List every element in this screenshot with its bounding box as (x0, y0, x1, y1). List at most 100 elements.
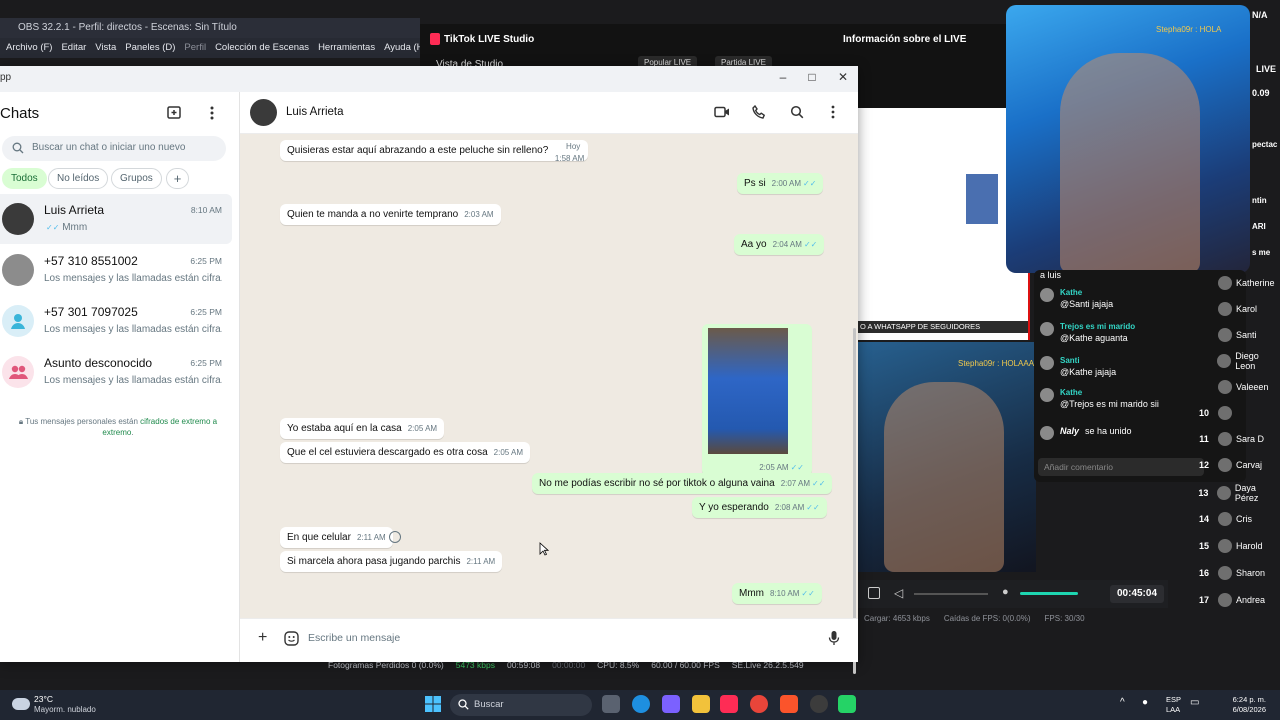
task-view-icon[interactable] (602, 695, 620, 713)
mic-level-bar[interactable] (1020, 592, 1078, 595)
obs-menu-perfil[interactable]: Perfil (184, 38, 206, 58)
clock-date[interactable]: 6/08/2026 (1218, 705, 1266, 714)
obs-menu-paneles[interactable]: Paneles (D) (125, 38, 175, 58)
leaderboard-row[interactable]: 14 Cris (1190, 506, 1280, 532)
chat-user[interactable]: Santi (1060, 356, 1080, 365)
leaderboard-row[interactable]: Diego Leon (1190, 348, 1280, 374)
tiktok-app-icon[interactable] (720, 695, 738, 713)
message-incoming[interactable]: Yo estaba aquí en la casa 2:05 AM (280, 418, 445, 439)
language-indicator[interactable]: ESP (1166, 695, 1181, 704)
message-incoming[interactable]: Que el cel estuviera descargado es otra … (280, 442, 531, 463)
chat-item-3017097025[interactable]: +57 301 7097025 6:25 PM Los mensajes y l… (0, 296, 232, 346)
chat-user[interactable]: Kathe (1060, 388, 1082, 397)
contact-name[interactable]: Luis Arrieta (286, 106, 344, 118)
chat-item-3108551002[interactable]: +57 310 8551002 6:25 PM Los mensajes y l… (0, 245, 232, 295)
search-messages-icon[interactable] (790, 105, 804, 119)
leaderboard-row[interactable]: Katherine (1190, 270, 1280, 296)
sticker-emoji-icon[interactable] (284, 631, 299, 646)
obs-menu-herramientas[interactable]: Herramientas (318, 38, 375, 58)
leaderboard-row[interactable]: 11 Sara D (1190, 426, 1280, 452)
obs-menu-vista[interactable]: Vista (95, 38, 116, 58)
leaderboard-row[interactable]: Santi (1190, 322, 1280, 348)
live-comment-input[interactable]: Añadir comentario (1038, 458, 1204, 476)
volume-slider[interactable] (914, 593, 988, 595)
leaderboard-row[interactable]: 16 Sharon (1190, 560, 1280, 586)
minimize-button[interactable]: – (768, 66, 798, 88)
message-outgoing[interactable]: Ps si 2:00 AM ✓✓ (737, 173, 824, 194)
close-button[interactable]: ✕ (828, 66, 858, 88)
message-input[interactable]: Escribe un mensaje (308, 632, 400, 644)
react-emoji-icon[interactable] (389, 531, 401, 543)
chrome-icon[interactable] (750, 695, 768, 713)
keyboard-layout[interactable]: LAA (1166, 705, 1180, 714)
leaderboard-row[interactable]: Valeeen (1190, 374, 1280, 400)
message-incoming[interactable]: En que celular 2:11 AM (280, 527, 393, 548)
status-cpu: CPU: 8.5% (597, 660, 640, 670)
message-incoming[interactable]: Quien te manda a no venirte temprano 2:03… (280, 204, 501, 225)
network-icon[interactable]: ▭ (1190, 697, 1199, 708)
tray-mic-icon[interactable]: ● (1142, 697, 1148, 708)
edge-text: ARI (1252, 222, 1266, 231)
default-user-avatar-icon (2, 305, 34, 337)
file-explorer-icon[interactable] (692, 695, 710, 713)
obs-menu-ayuda[interactable]: Ayuda (H) (384, 38, 420, 58)
conversation-menu-icon[interactable] (828, 105, 838, 119)
message-incoming[interactable]: Si marcela ahora pasa jugando parchis 2:1… (280, 551, 503, 572)
chat-item-luis[interactable]: Luis Arrieta 8:10 AM ✓✓ Mmm (0, 194, 232, 244)
microphone-icon[interactable] (828, 630, 840, 646)
phone-call-icon[interactable] (752, 105, 766, 119)
start-windows-icon[interactable] (425, 696, 441, 712)
read-ticks-icon: ✓✓ (803, 240, 818, 249)
search-input[interactable]: Buscar un chat o iniciar uno nuevo (2, 136, 226, 161)
image-message[interactable]: 2:05 AM ✓✓ (702, 324, 812, 476)
message-outgoing[interactable]: Mmm 8:10 AM ✓✓ (732, 583, 822, 604)
edge-browser-icon[interactable] (632, 695, 650, 713)
live-info-link[interactable]: Información sobre el LIVE (843, 34, 966, 45)
leaderboard-row[interactable]: Karol (1190, 296, 1280, 322)
chat-time: 6:25 PM (190, 256, 222, 266)
chat-user[interactable]: Kathe (1060, 288, 1082, 297)
obs-menu-escenas[interactable]: Colección de Escenas (215, 38, 309, 58)
tray-chevron-icon[interactable]: ^ (1120, 697, 1125, 708)
message-incoming[interactable]: Quisieras estar aquí abrazando a este pe… (280, 140, 589, 163)
contact-avatar[interactable] (250, 99, 277, 126)
copilot-icon[interactable] (662, 695, 680, 713)
leaderboard-row[interactable]: 15 Harold (1190, 533, 1280, 559)
stat-load: Cargar: 4653 kbps (864, 614, 930, 623)
video-call-icon[interactable] (714, 106, 730, 118)
message-outgoing[interactable]: Aa yo 2:04 AM ✓✓ (734, 234, 825, 255)
filter-all[interactable]: Todos (2, 168, 47, 189)
message-outgoing[interactable]: No me podías escribir no sé por tiktok o… (532, 473, 833, 494)
volume-icon[interactable]: ◁ (894, 586, 903, 600)
settings-icon[interactable] (868, 587, 880, 599)
cloud-weather-icon[interactable] (12, 698, 30, 710)
leaderboard-row[interactable]: 13 Daya Pérez (1190, 480, 1280, 506)
photo-thumbnail[interactable] (708, 328, 788, 454)
status-dropped: Fotogramas Perdidos 0 (0.0%) (328, 660, 444, 670)
obs-menu-editar[interactable]: Editar (61, 38, 86, 58)
preview-banner: O A WHATSAPP DE SEGUIDORES (858, 321, 1028, 333)
message-outgoing[interactable]: Y yo esperando 2:08 AM ✓✓ (692, 497, 827, 518)
obs-icon[interactable] (810, 695, 828, 713)
taskbar-search[interactable]: Buscar (450, 694, 592, 716)
leaderboard-row[interactable]: 17 Andrea (1190, 587, 1280, 613)
mic-icon[interactable]: ● (1002, 586, 1009, 598)
weather-description[interactable]: Mayorm. nublado (34, 705, 96, 714)
add-filter-icon[interactable]: + (166, 168, 189, 189)
leaderboard-row[interactable]: 10 (1190, 400, 1280, 426)
filter-unread[interactable]: No leídos (48, 168, 109, 189)
chat-time: 8:10 AM (190, 205, 222, 215)
menu-dots-icon[interactable] (206, 105, 218, 121)
clock-time[interactable]: 6:24 p. m. (1218, 695, 1266, 704)
leaderboard-row[interactable]: 12 Carvaj (1190, 452, 1280, 478)
weather-temperature[interactable]: 23°C (34, 694, 53, 704)
obs-menu-archivo[interactable]: Archivo (F) (6, 38, 52, 58)
new-chat-icon[interactable] (166, 105, 182, 121)
chat-item-unknown[interactable]: Asunto desconocido 6:25 PM Los mensajes … (0, 347, 232, 397)
attach-plus-icon[interactable]: + (258, 629, 267, 647)
brave-icon[interactable] (780, 695, 798, 713)
maximize-button[interactable]: □ (797, 66, 827, 88)
filter-groups[interactable]: Grupos (111, 168, 162, 189)
whatsapp-app-icon[interactable] (838, 695, 856, 713)
chat-user[interactable]: Trejos es mi marido (1060, 322, 1135, 331)
